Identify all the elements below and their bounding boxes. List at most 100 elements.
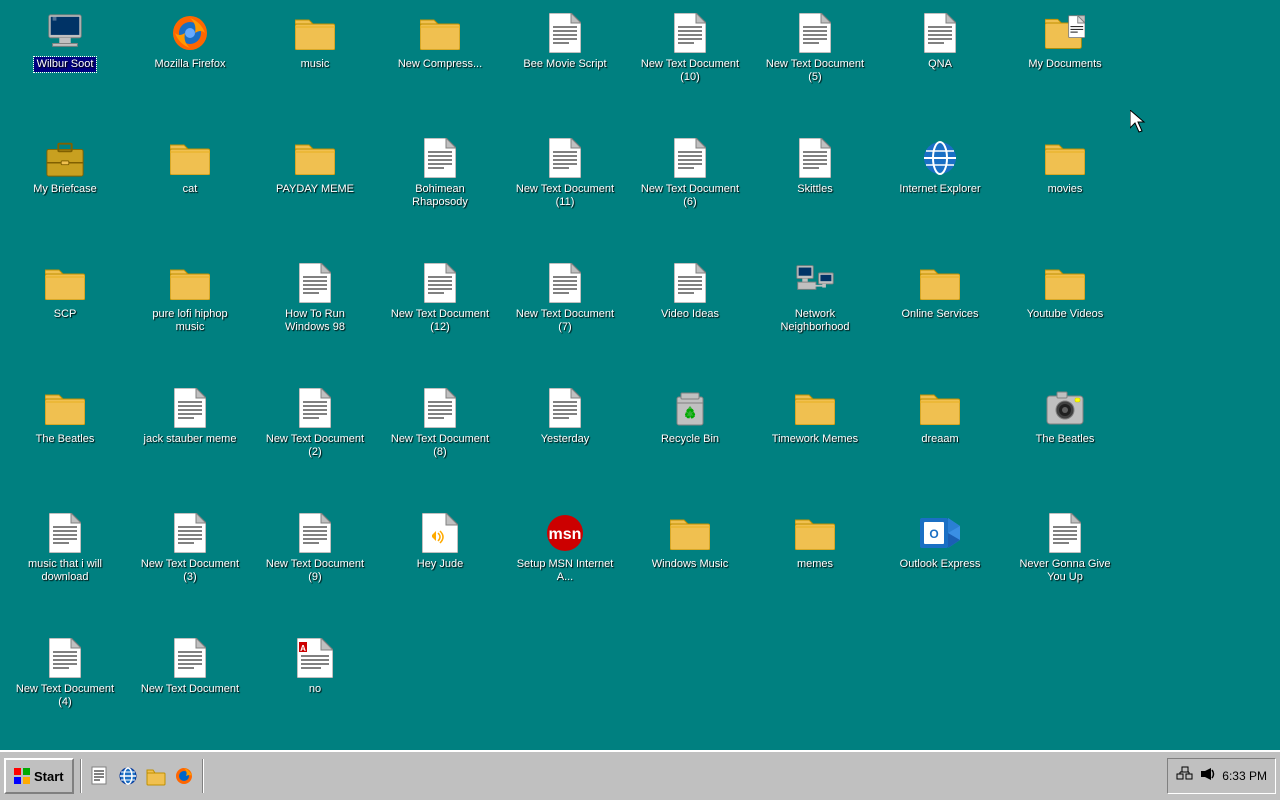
desktop-icon-yesterday[interactable]: Yesterday bbox=[505, 380, 625, 500]
camera-icon bbox=[1045, 388, 1085, 428]
desktop-icon-new-text-doc-11[interactable]: New Text Document (11) bbox=[505, 130, 625, 250]
desktop-icon-internet-explorer[interactable]: Internet Explorer bbox=[880, 130, 1000, 250]
desktop-icon-hey-jude[interactable]: Hey Jude bbox=[380, 505, 500, 625]
desktop-icon-never-gonna[interactable]: Never Gonna Give You Up bbox=[1005, 505, 1125, 625]
doc-icon bbox=[920, 13, 960, 53]
desktop-icon-movies[interactable]: movies bbox=[1005, 130, 1125, 250]
desktop: Wilbur Soot Mozilla Firefox music New Co… bbox=[0, 0, 1280, 750]
desktop-icon-recycle-bin[interactable]: ♻ Recycle Bin bbox=[630, 380, 750, 500]
briefcase-icon bbox=[45, 138, 85, 178]
desktop-icon-new-text-doc-2[interactable]: New Text Document (2) bbox=[255, 380, 375, 500]
desktop-icon-new-text-doc-6[interactable]: New Text Document (6) bbox=[630, 130, 750, 250]
icon-label-bee-movie-script: Bee Movie Script bbox=[520, 57, 609, 72]
taskbar-divider bbox=[80, 759, 82, 793]
desktop-icon-no[interactable]: A no bbox=[255, 630, 375, 750]
folder-icon bbox=[1045, 263, 1085, 303]
doc-icon bbox=[295, 388, 335, 428]
icon-label-new-text-doc-6: New Text Document (6) bbox=[635, 182, 745, 210]
desktop-icon-the-beatles-folder[interactable]: The Beatles bbox=[5, 380, 125, 500]
desktop-icon-my-briefcase[interactable]: My Briefcase bbox=[5, 130, 125, 250]
msn-icon: msn bbox=[545, 513, 585, 553]
taskbar-icon-firefox[interactable] bbox=[172, 764, 196, 788]
icon-label-internet-explorer: Internet Explorer bbox=[896, 182, 983, 197]
desktop-icon-new-text-doc-12[interactable]: New Text Document (12) bbox=[380, 255, 500, 375]
icon-label-new-text-doc-9: New Text Document (9) bbox=[260, 557, 370, 585]
desktop-icon-my-documents[interactable]: My Documents bbox=[1005, 5, 1125, 125]
taskbar-icon-notepad[interactable] bbox=[88, 764, 112, 788]
firefox-icon bbox=[170, 13, 210, 53]
desktop-icon-mozilla-firefox[interactable]: Mozilla Firefox bbox=[130, 5, 250, 125]
desktop-icon-outlook-express[interactable]: O Outlook Express bbox=[880, 505, 1000, 625]
desktop-icon-new-text-doc-10[interactable]: New Text Document (10) bbox=[630, 5, 750, 125]
icon-label-windows-music: Windows Music bbox=[649, 557, 731, 572]
desktop-icon-music-download[interactable]: music that i will download bbox=[5, 505, 125, 625]
icon-label-new-text-doc: New Text Document bbox=[138, 682, 242, 697]
taskbar-icon-ie[interactable] bbox=[116, 764, 140, 788]
folder-icon bbox=[45, 388, 85, 428]
taskbar-icon-folder[interactable] bbox=[144, 764, 168, 788]
outlook-icon: O bbox=[920, 513, 960, 553]
taskbar-divider-2 bbox=[202, 759, 204, 793]
icon-label-memes: memes bbox=[794, 557, 836, 572]
wordpad-icon: A bbox=[295, 638, 335, 678]
desktop-icon-the-beatles-file[interactable]: The Beatles bbox=[1005, 380, 1125, 500]
desktop-icon-new-text-doc[interactable]: New Text Document bbox=[130, 630, 250, 750]
desktop-icon-jack-stauber-meme[interactable]: jack stauber meme bbox=[130, 380, 250, 500]
icon-label-new-text-doc-11: New Text Document (11) bbox=[510, 182, 620, 210]
desktop-icon-youtube-videos[interactable]: Youtube Videos bbox=[1005, 255, 1125, 375]
icon-label-new-text-doc-3: New Text Document (3) bbox=[135, 557, 245, 585]
desktop-icon-network-neighborhood[interactable]: Network Neighborhood bbox=[755, 255, 875, 375]
desktop-icon-memes[interactable]: memes bbox=[755, 505, 875, 625]
desktop-icon-bee-movie-script[interactable]: Bee Movie Script bbox=[505, 5, 625, 125]
clock: 6:33 PM bbox=[1222, 769, 1267, 783]
desktop-icon-new-text-doc-7[interactable]: New Text Document (7) bbox=[505, 255, 625, 375]
icon-label-recycle-bin: Recycle Bin bbox=[658, 432, 722, 447]
desktop-icon-how-to-run[interactable]: How To Run Windows 98 bbox=[255, 255, 375, 375]
doc-icon bbox=[170, 513, 210, 553]
tray-icon-volume[interactable] bbox=[1200, 766, 1216, 787]
icon-label-network-neighborhood: Network Neighborhood bbox=[760, 307, 870, 335]
desktop-icon-music[interactable]: music bbox=[255, 5, 375, 125]
doc-icon bbox=[545, 388, 585, 428]
desktop-icon-wilbur-soot[interactable]: Wilbur Soot bbox=[5, 5, 125, 125]
doc-icon bbox=[170, 388, 210, 428]
desktop-icon-timework-memes[interactable]: Timework Memes bbox=[755, 380, 875, 500]
desktop-icon-new-text-doc-3[interactable]: New Text Document (3) bbox=[130, 505, 250, 625]
folder-icon bbox=[670, 513, 710, 553]
desktop-icon-skittles[interactable]: Skittles bbox=[755, 130, 875, 250]
desktop-icon-new-text-doc-4[interactable]: New Text Document (4) bbox=[5, 630, 125, 750]
desktop-icon-setup-msn[interactable]: msn Setup MSN Internet A... bbox=[505, 505, 625, 625]
icon-label-video-ideas: Video Ideas bbox=[658, 307, 722, 322]
desktop-icon-new-text-doc-8[interactable]: New Text Document (8) bbox=[380, 380, 500, 500]
folder-icon bbox=[295, 13, 335, 53]
desktop-icon-cat[interactable]: cat bbox=[130, 130, 250, 250]
ie-icon bbox=[920, 138, 960, 178]
icon-label-new-text-doc-7: New Text Document (7) bbox=[510, 307, 620, 335]
desktop-icon-windows-music[interactable]: Windows Music bbox=[630, 505, 750, 625]
desktop-icon-qna[interactable]: QNA bbox=[880, 5, 1000, 125]
folder-icon bbox=[920, 388, 960, 428]
folder-icon bbox=[795, 388, 835, 428]
desktop-icon-scp[interactable]: SCP bbox=[5, 255, 125, 375]
icon-label-music: music bbox=[298, 57, 333, 72]
icon-label-my-documents: My Documents bbox=[1025, 57, 1104, 72]
icon-label-new-text-doc-12: New Text Document (12) bbox=[385, 307, 495, 335]
desktop-icon-bohimean-rhaposody[interactable]: Bohimean Rhaposody bbox=[380, 130, 500, 250]
recycle-icon: ♻ bbox=[670, 388, 710, 428]
desktop-icon-new-text-doc-9[interactable]: New Text Document (9) bbox=[255, 505, 375, 625]
tray-icon-network[interactable] bbox=[1176, 766, 1194, 787]
desktop-icon-pure-lofi[interactable]: pure lofi hiphop music bbox=[130, 255, 250, 375]
icon-label-never-gonna: Never Gonna Give You Up bbox=[1010, 557, 1120, 585]
desktop-icon-new-compress[interactable]: New Compress... bbox=[380, 5, 500, 125]
icon-label-new-compress: New Compress... bbox=[395, 57, 485, 72]
start-button[interactable]: Start bbox=[4, 758, 74, 794]
desktop-icon-dreaam[interactable]: dreaam bbox=[880, 380, 1000, 500]
icon-label-outlook-express: Outlook Express bbox=[897, 557, 984, 572]
desktop-icon-video-ideas[interactable]: Video Ideas bbox=[630, 255, 750, 375]
desktop-icon-online-services[interactable]: Online Services bbox=[880, 255, 1000, 375]
folder-icon bbox=[420, 13, 460, 53]
start-label: Start bbox=[34, 769, 64, 784]
icon-label-cat: cat bbox=[180, 182, 201, 197]
desktop-icon-payday-meme[interactable]: PAYDAY MEME bbox=[255, 130, 375, 250]
desktop-icon-new-text-doc-5[interactable]: New Text Document (5) bbox=[755, 5, 875, 125]
